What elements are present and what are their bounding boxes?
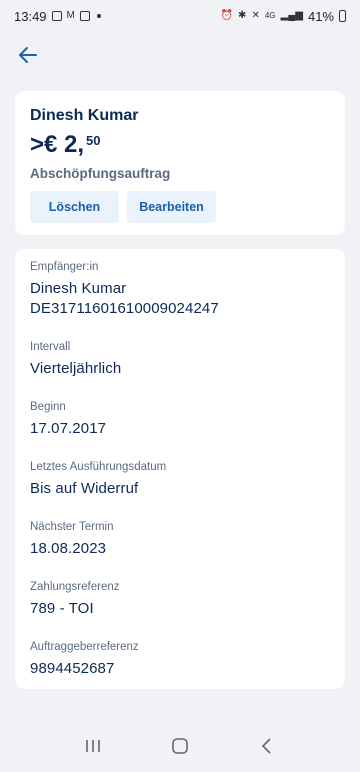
detail-value: 9894452687 <box>30 660 115 677</box>
signal-icon: ▂▄▆ <box>280 10 303 21</box>
order-summary-card: Dinesh Kumar >€ 2, 50 Abschöpfungsauftra… <box>15 91 345 235</box>
detail-value: Bis auf Widerruf <box>30 480 139 497</box>
detail-label: Nächster Termin <box>30 521 114 533</box>
detail-value: 17.07.2017 <box>30 420 107 437</box>
detail-value: Dinesh Kumar <box>30 280 127 297</box>
status-time: 13:49 <box>14 8 47 24</box>
detail-value: 789 - TOI <box>30 600 94 617</box>
amount-main: >€ 2, <box>30 131 85 158</box>
recent-apps-icon <box>86 740 101 752</box>
arrow-left-icon <box>19 47 37 63</box>
chevron-left-icon <box>261 738 271 754</box>
battery-icon <box>339 10 346 22</box>
detail-label: Letztes Ausführungsdatum <box>30 461 167 473</box>
detail-value: Vierteljährlich <box>30 360 122 377</box>
recipient-iban: DE31711601610009024247 <box>30 300 219 317</box>
detail-payment-reference: Zahlungsreferenz 789 - TOI <box>30 579 330 639</box>
status-bar: 13:49 M ⏰ ✱ ✕ 4G ▂▄▆ 41% <box>0 0 360 32</box>
detail-interval: Intervall Vierteljährlich <box>30 339 330 399</box>
amount: >€ 2, 50 <box>30 131 330 159</box>
detail-start: Beginn 17.07.2017 <box>30 399 330 459</box>
battery-percent: 41% <box>307 8 334 24</box>
network-type-label: 4G <box>264 11 276 20</box>
order-details-card: Empfänger:in Dinesh Kumar DE317116016100… <box>15 249 345 689</box>
detail-label: Auftraggeberreferenz <box>30 641 139 653</box>
edit-button[interactable]: Bearbeiten <box>127 191 216 223</box>
home-icon <box>172 738 188 754</box>
detail-label: Zahlungsreferenz <box>30 581 120 593</box>
detail-next-date: Nächster Termin 18.08.2023 <box>30 519 330 579</box>
back-button[interactable] <box>14 41 42 69</box>
detail-value: 18.08.2023 <box>30 540 107 557</box>
amount-cents: 50 <box>86 133 101 148</box>
detail-label: Empfänger:in <box>30 261 99 273</box>
detail-recipient: Empfänger:in Dinesh Kumar DE317116016100… <box>30 259 330 339</box>
action-buttons: Löschen Bearbeiten <box>30 191 330 223</box>
top-app-bar <box>0 32 360 78</box>
more-notifications-icon <box>96 14 101 18</box>
instagram-icon <box>79 11 90 21</box>
status-right: ⏰ ✱ ✕ 4G ▂▄▆ 41% <box>221 9 346 24</box>
bluetooth-icon: ✱ <box>238 10 247 21</box>
mail-icon: M <box>66 10 75 21</box>
delete-button[interactable]: Löschen <box>30 191 119 223</box>
mute-icon: ✕ <box>251 10 260 21</box>
recipient-name: Dinesh Kumar <box>30 107 139 124</box>
alarm-icon: ⏰ <box>220 10 234 21</box>
gallery-icon <box>51 11 62 21</box>
home-button[interactable] <box>165 731 195 761</box>
detail-last-execution: Letztes Ausführungsdatum Bis auf Widerru… <box>30 459 330 519</box>
detail-client-reference: Auftraggeberreferenz 9894452687 <box>30 639 330 699</box>
detail-label: Beginn <box>30 401 66 413</box>
system-back-button[interactable] <box>252 731 282 761</box>
detail-label: Intervall <box>30 341 71 353</box>
system-nav-bar <box>0 720 360 772</box>
order-type: Abschöpfungsauftrag <box>30 166 171 181</box>
status-left: 13:49 M <box>14 9 101 24</box>
recent-apps-button[interactable] <box>78 731 108 761</box>
